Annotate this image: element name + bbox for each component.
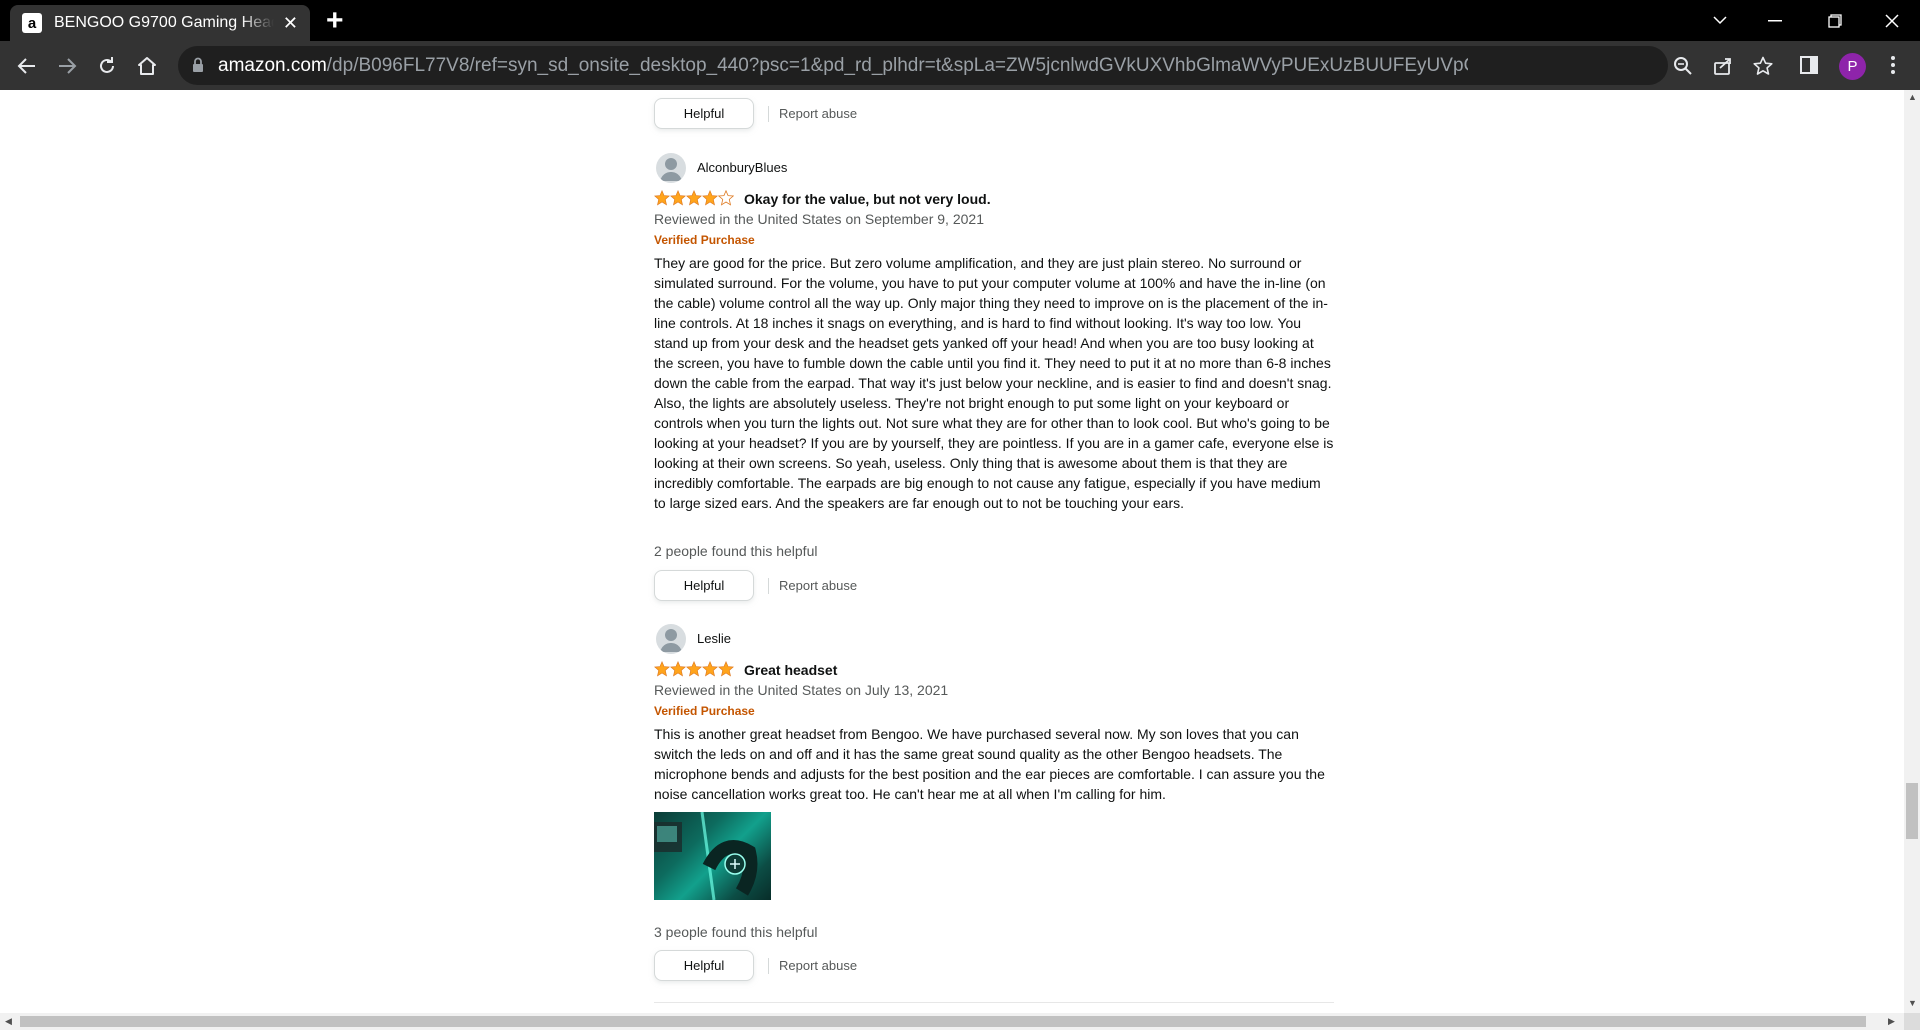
url-path: /dp/B096FL77V8/ref=syn_sd_onsite_desktop… bbox=[326, 55, 1468, 76]
verified-purchase-badge: Verified Purchase bbox=[654, 704, 755, 718]
action-separator bbox=[768, 958, 769, 974]
star-rating[interactable] bbox=[654, 661, 734, 679]
url-host: amazon.com bbox=[218, 55, 327, 76]
side-panel-icon[interactable] bbox=[1800, 56, 1818, 79]
reload-button[interactable] bbox=[90, 49, 124, 83]
star-full-icon bbox=[670, 661, 686, 677]
scroll-up-arrow-icon[interactable]: ▲ bbox=[1908, 92, 1917, 102]
browser-tab[interactable]: a BENGOO G9700 Gaming Headset ✕ bbox=[10, 5, 310, 41]
home-button[interactable] bbox=[130, 49, 164, 83]
profile-avatar[interactable]: P bbox=[1839, 53, 1866, 80]
star-full-icon bbox=[670, 190, 686, 206]
review-date: Reviewed in the United States on Septemb… bbox=[654, 211, 984, 227]
action-separator bbox=[768, 578, 769, 594]
zoom-icon[interactable] bbox=[1672, 55, 1694, 77]
helpful-button[interactable]: Helpful bbox=[654, 950, 754, 981]
reload-icon bbox=[100, 57, 114, 73]
minimize-icon[interactable] bbox=[1745, 0, 1805, 41]
review-divider bbox=[654, 1002, 1334, 1003]
review-body: This is another great headset from Bengo… bbox=[654, 726, 1325, 802]
restore-icon[interactable] bbox=[1805, 0, 1865, 41]
amazon-favicon-icon: a bbox=[22, 13, 42, 33]
review-title[interactable]: Great headset bbox=[744, 662, 837, 678]
scroll-down-arrow-icon[interactable]: ▼ bbox=[1908, 998, 1917, 1008]
tab-strip: a BENGOO G9700 Gaming Headset ✕ + bbox=[0, 0, 1920, 41]
browser-toolbar: amazon.com/dp/B096FL77V8/ref=syn_sd_onsi… bbox=[0, 41, 1920, 90]
forward-button[interactable] bbox=[50, 49, 84, 83]
horizontal-scrollbar[interactable]: ◀ ▶ bbox=[0, 1013, 1904, 1030]
review-image-thumbnail[interactable] bbox=[654, 812, 771, 900]
star-full-icon bbox=[654, 190, 670, 206]
scrollbar-corner bbox=[1904, 1013, 1920, 1030]
star-full-icon bbox=[702, 190, 718, 206]
kebab-menu-icon[interactable] bbox=[1890, 55, 1896, 80]
new-tab-button[interactable]: + bbox=[326, 6, 344, 36]
verified-purchase-badge: Verified Purchase bbox=[654, 233, 755, 247]
vertical-scroll-thumb[interactable] bbox=[1906, 783, 1918, 839]
report-abuse-link[interactable]: Report abuse bbox=[779, 958, 857, 973]
arrow-left-icon bbox=[17, 58, 35, 74]
window-close-icon[interactable] bbox=[1862, 0, 1920, 41]
user-avatar-icon bbox=[656, 624, 686, 654]
helpful-count: 3 people found this helpful bbox=[654, 924, 818, 940]
helpful-count: 2 people found this helpful bbox=[654, 543, 818, 559]
reviewer-name[interactable]: AlconburyBlues bbox=[697, 160, 787, 175]
star-full-icon bbox=[718, 661, 734, 677]
horizontal-scroll-thumb[interactable] bbox=[20, 1016, 1866, 1027]
star-full-icon bbox=[686, 661, 702, 677]
star-full-icon bbox=[702, 661, 718, 677]
vertical-scrollbar[interactable]: ▲ ▼ bbox=[1904, 90, 1920, 1013]
home-icon bbox=[138, 57, 156, 75]
star-rating[interactable] bbox=[654, 190, 734, 208]
review-date: Reviewed in the United States on July 13… bbox=[654, 682, 949, 698]
address-bar[interactable]: amazon.com/dp/B096FL77V8/ref=syn_sd_onsi… bbox=[178, 46, 1773, 85]
report-abuse-link[interactable]: Report abuse bbox=[779, 106, 857, 121]
star-empty-icon bbox=[718, 190, 734, 206]
share-icon[interactable] bbox=[1712, 55, 1734, 77]
scroll-right-arrow-icon[interactable]: ▶ bbox=[1888, 1016, 1895, 1027]
tab-close-icon[interactable]: ✕ bbox=[283, 13, 298, 33]
tab-title: BENGOO G9700 Gaming Headset bbox=[54, 14, 274, 31]
reviews-column: Helpful Report abuse AlconburyBlues Okay… bbox=[654, 90, 1334, 1013]
bookmark-star-icon[interactable] bbox=[1752, 55, 1774, 77]
arrow-right-icon bbox=[59, 58, 77, 74]
review-body: They are good for the price. But zero vo… bbox=[654, 255, 1334, 511]
reviewer-name[interactable]: Leslie bbox=[697, 631, 731, 646]
review-title[interactable]: Okay for the value, but not very loud. bbox=[744, 191, 991, 207]
back-button[interactable] bbox=[10, 49, 44, 83]
page-viewport: Helpful Report abuse AlconburyBlues Okay… bbox=[0, 90, 1904, 1013]
star-full-icon bbox=[654, 661, 670, 677]
action-separator bbox=[768, 106, 769, 122]
star-full-icon bbox=[686, 190, 702, 206]
scroll-left-arrow-icon[interactable]: ◀ bbox=[5, 1016, 12, 1027]
helpful-button[interactable]: Helpful bbox=[654, 98, 754, 129]
user-avatar-icon bbox=[656, 153, 686, 183]
helpful-button[interactable]: Helpful bbox=[654, 570, 754, 601]
report-abuse-link[interactable]: Report abuse bbox=[779, 578, 857, 593]
lock-icon[interactable] bbox=[192, 57, 204, 73]
tab-search-icon[interactable] bbox=[1690, 0, 1750, 41]
url-text[interactable]: amazon.com/dp/B096FL77V8/ref=syn_sd_onsi… bbox=[218, 55, 1468, 77]
